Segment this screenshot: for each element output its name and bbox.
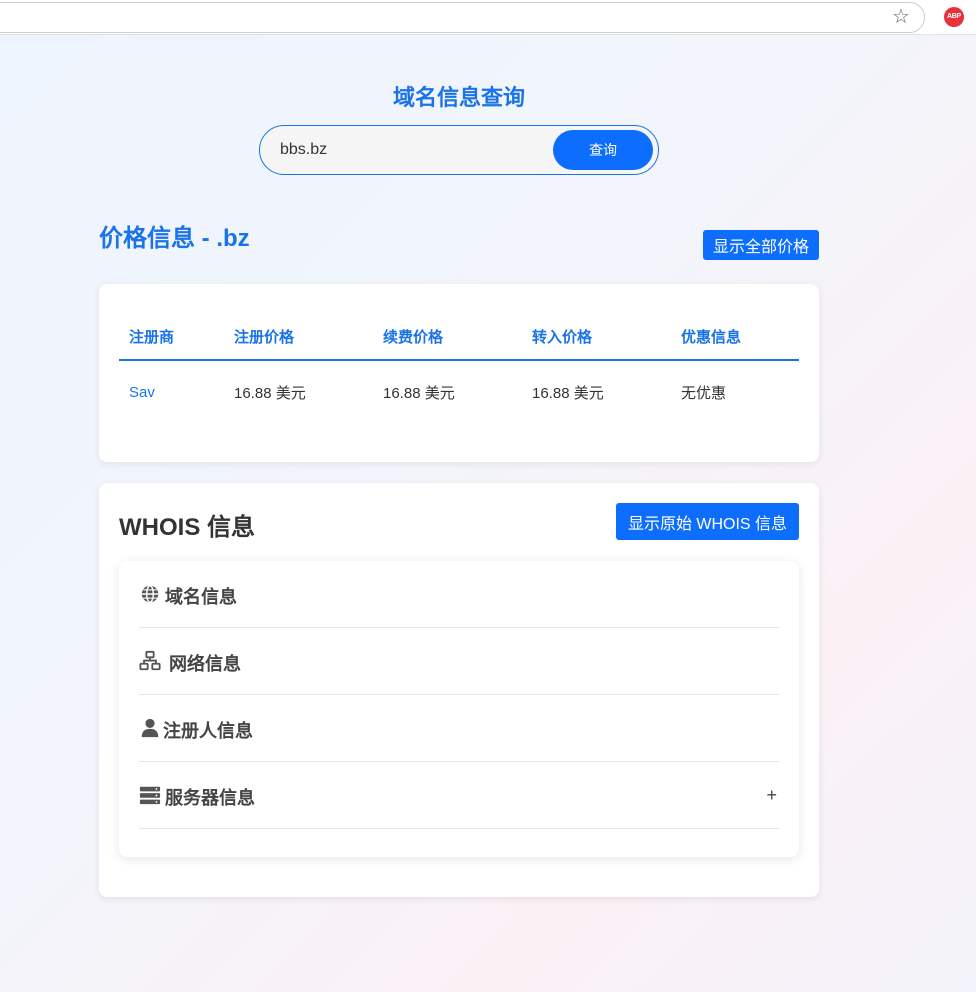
- transfer-price-cell: 16.88 美元: [532, 385, 604, 402]
- server-icon: [139, 786, 161, 805]
- whois-section-label: 注册人信息: [163, 721, 253, 741]
- show-raw-whois-button[interactable]: 显示原始 WHOIS 信息: [616, 503, 799, 540]
- search-input[interactable]: [280, 138, 540, 162]
- column-header-register-price: 注册价格: [224, 314, 373, 361]
- page-title: 域名信息查询: [392, 85, 525, 110]
- price-card: 注册商 注册价格 续费价格 转入价格 优惠信息 Sav 16.88 美元 16.…: [99, 284, 819, 462]
- price-section-title: 价格信息 - .bz: [99, 225, 250, 252]
- whois-title: WHOIS 信息: [119, 514, 255, 541]
- star-icon[interactable]: ☆: [890, 6, 912, 28]
- address-bar[interactable]: [0, 2, 925, 33]
- whois-section-label: 服务器信息: [165, 788, 255, 808]
- whois-card: WHOIS 信息 显示原始 WHOIS 信息 域名信息 网络信息 注册人信息 服…: [99, 483, 819, 897]
- whois-section-server[interactable]: 服务器信息 +: [139, 762, 779, 829]
- search-button[interactable]: 查询: [553, 130, 653, 170]
- price-table: 注册商 注册价格 续费价格 转入价格 优惠信息 Sav 16.88 美元 16.…: [119, 314, 799, 424]
- column-header-promo: 优惠信息: [671, 314, 799, 361]
- whois-section-domain[interactable]: 域名信息: [139, 561, 779, 628]
- promo-cell: 无优惠: [681, 385, 727, 402]
- column-header-registrar: 注册商: [119, 314, 224, 361]
- table-row: Sav 16.88 美元 16.88 美元 16.88 美元 无优惠: [119, 360, 799, 424]
- column-header-renew-price: 续费价格: [373, 314, 522, 361]
- whois-section-label: 网络信息: [169, 654, 241, 674]
- show-all-prices-button[interactable]: 显示全部价格: [703, 230, 819, 260]
- price-table-header: 注册商 注册价格 续费价格 转入价格 优惠信息: [119, 314, 799, 361]
- expand-icon[interactable]: +: [766, 784, 777, 806]
- network-icon: [139, 650, 161, 671]
- whois-section-network[interactable]: 网络信息: [139, 628, 779, 695]
- whois-section-registrant[interactable]: 注册人信息: [139, 695, 779, 762]
- register-price-cell: 16.88 美元: [234, 385, 306, 402]
- search-box: 查询: [259, 125, 659, 175]
- adblock-plus-icon[interactable]: ABP: [944, 7, 964, 27]
- renew-price-cell: 16.88 美元: [383, 385, 455, 402]
- registrar-link[interactable]: Sav: [119, 360, 224, 424]
- column-header-transfer-price: 转入价格: [522, 314, 671, 361]
- user-icon: [141, 718, 159, 738]
- whois-section-label: 域名信息: [165, 587, 237, 607]
- browser-toolbar: ☆ ABP: [0, 0, 976, 35]
- globe-icon: [141, 585, 159, 603]
- whois-panel: 域名信息 网络信息 注册人信息 服务器信息 +: [119, 561, 799, 857]
